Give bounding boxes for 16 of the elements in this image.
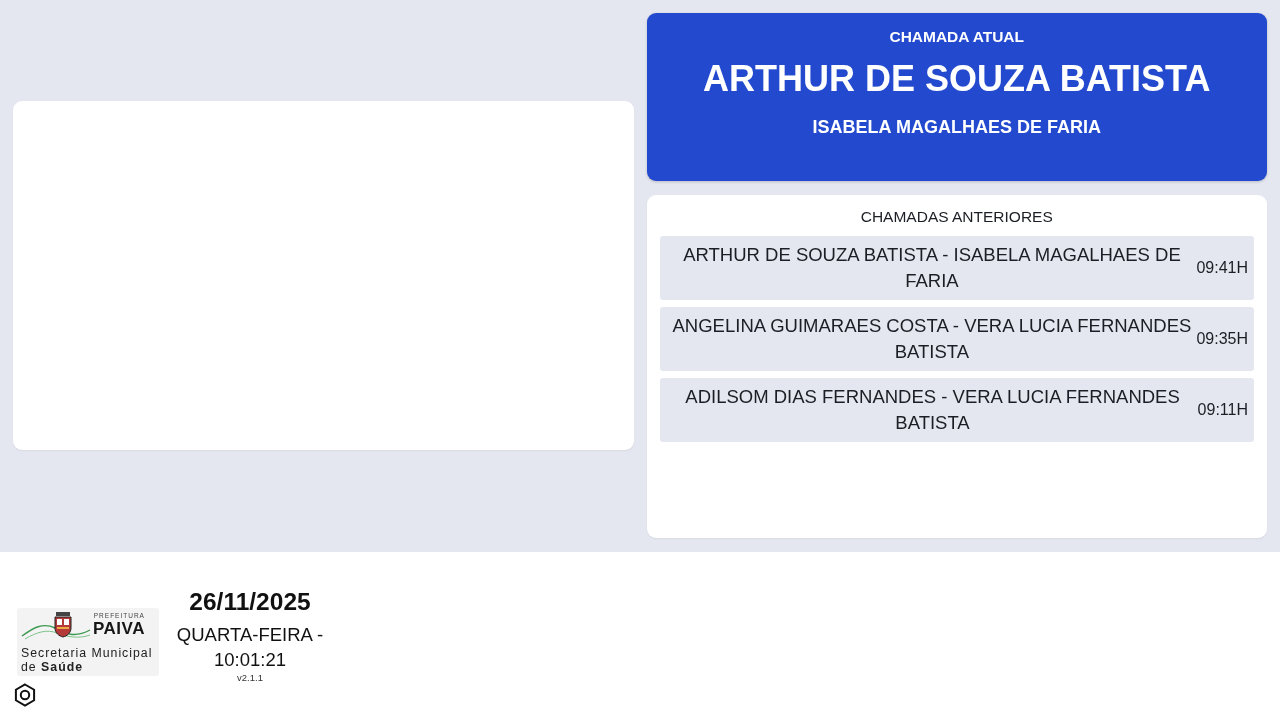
call-names-text: ARTHUR DE SOUZA BATISTA - ISABELA MAGALHAES DE FARIA — [682, 243, 1182, 293]
current-patient-name: ARTHUR DE SOUZA BATISTA — [703, 57, 1211, 101]
version-label: v2.1.1 — [237, 671, 263, 684]
call-time-text: 09:41H — [1196, 258, 1248, 278]
call-names-text: ADILSOM DIAS FERNANDES - VERA LUCIA FERNANDES BATISTA — [684, 385, 1181, 435]
weekday-and-time: QUARTA-FEIRA - 10:01:21 — [175, 622, 325, 672]
current-call-heading: CHAMADA ATUAL — [889, 27, 1025, 47]
call-time-text: 09:11H — [1197, 400, 1248, 420]
call-names-text: ANGELINA GUIMARAES COSTA - VERA LUCIA FERNANDES BATISTA — [671, 314, 1193, 364]
logo-department-text: Secretaria Municipal de Saúde — [21, 646, 154, 674]
settings-icon[interactable] — [13, 683, 37, 707]
current-date: 26/11/2025 — [189, 586, 311, 617]
call-time-text: 09:35H — [1196, 329, 1248, 349]
current-professional-name: ISABELA MAGALHAES DE FARIA — [812, 116, 1101, 139]
logo-city-name: PAIVA — [93, 620, 145, 637]
previous-calls-heading: CHAMADAS ANTERIORES — [859, 207, 1054, 227]
